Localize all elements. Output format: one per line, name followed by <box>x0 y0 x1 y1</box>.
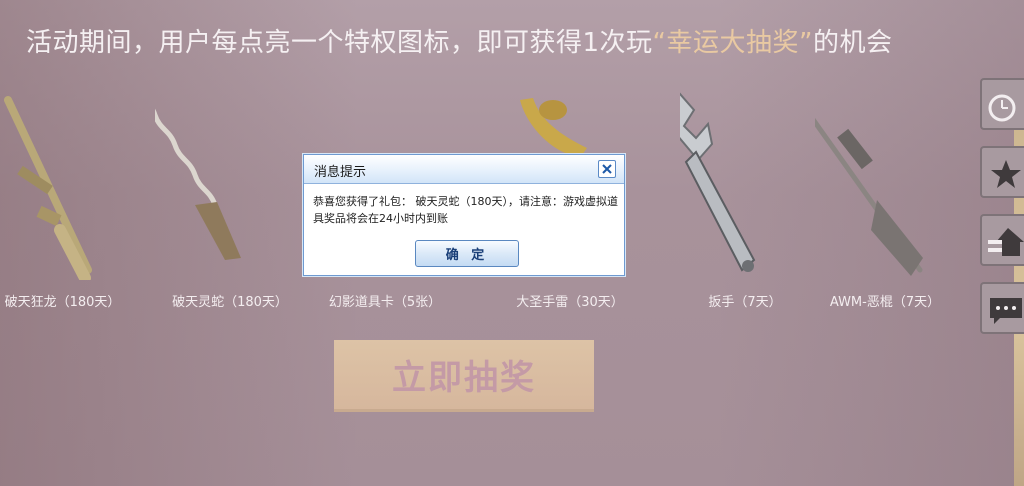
house-transfer-icon <box>988 228 1024 256</box>
prize-label: 破天狂龙（180天） <box>4 295 121 310</box>
dialog-titlebar: 消息提示 <box>304 155 624 184</box>
awm-rifle-icon <box>815 117 923 276</box>
dialog-ok-button[interactable]: 确 定 <box>415 240 519 267</box>
serpent-blade-icon <box>155 108 241 260</box>
side-tool-chat[interactable] <box>980 282 1024 334</box>
draw-now-button[interactable]: 立即抽奖 <box>334 340 594 412</box>
dialog-close-button[interactable] <box>598 160 616 178</box>
side-tool-favorite[interactable] <box>980 146 1024 198</box>
sniper-rifle-icon <box>4 96 92 280</box>
prize-label: AWM-恶棍（7天） <box>829 295 941 310</box>
star-icon <box>991 160 1021 188</box>
prize-label: 大圣手雷（30天） <box>516 295 624 310</box>
prize-label: 破天灵蛇（180天） <box>172 295 288 310</box>
event-headline: 活动期间，用户每点亮一个特权图标，即可获得1次玩“幸运大抽奖”的机会 <box>26 22 893 59</box>
clock-icon <box>988 94 1016 122</box>
headline-highlight: “幸运大抽奖” <box>652 28 813 58</box>
prize-label: 幻影道具卡（5张） <box>328 295 442 310</box>
side-tool-transfer[interactable] <box>980 214 1024 266</box>
prize-item[interactable]: AWM-恶棍（7天） <box>815 80 955 310</box>
dialog-message: 恭喜您获得了礼包： 破天灵蛇（180天），请注意：游戏虚拟道具奖品将会在24小时… <box>313 195 618 225</box>
close-icon <box>602 164 612 174</box>
prize-item[interactable]: 扳手（7天） <box>680 80 810 310</box>
side-tool-time[interactable] <box>980 78 1024 130</box>
chat-icon <box>990 298 1022 324</box>
headline-prefix: 活动期间，用户每点亮一个特权图标，即可获得1次玩 <box>26 28 653 58</box>
headline-suffix: 的机会 <box>813 28 893 58</box>
prize-item[interactable]: 破天灵蛇（180天） <box>155 80 305 310</box>
message-dialog: 消息提示 恭喜您获得了礼包： 破天灵蛇（180天），请注意：游戏虚拟道具奖品将会… <box>303 154 625 276</box>
dialog-title: 消息提示 <box>314 165 367 180</box>
wrench-icon <box>680 92 756 272</box>
prize-item[interactable]: 破天狂龙（180天） <box>0 80 125 310</box>
prize-label: 扳手（7天） <box>708 295 782 310</box>
